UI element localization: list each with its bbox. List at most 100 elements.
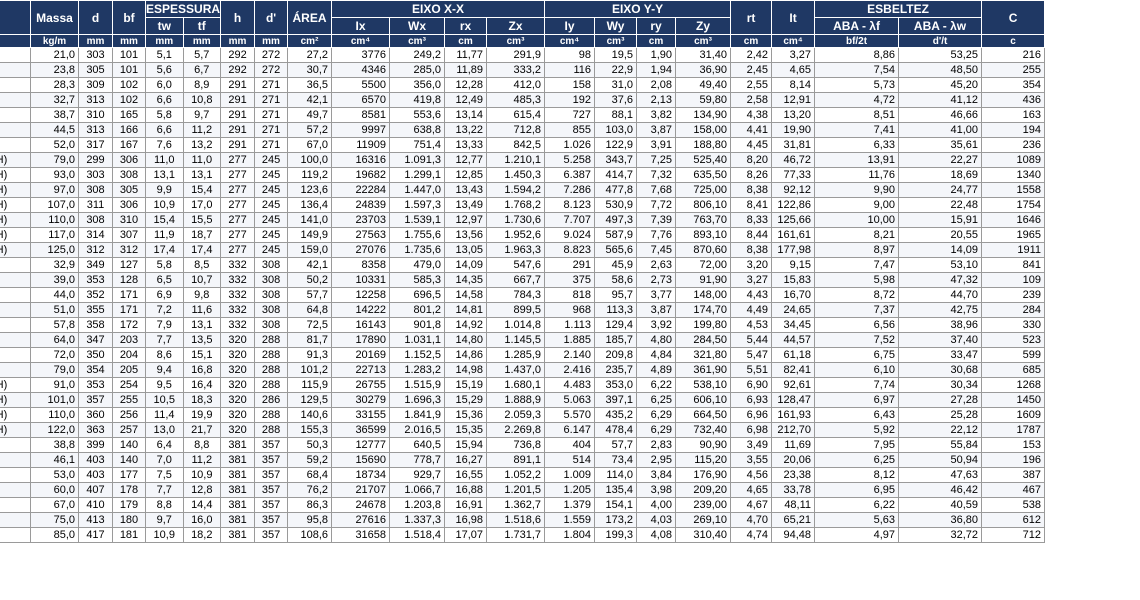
table-cell: 94,48 [771, 527, 816, 543]
table-cell: 1 [0, 452, 31, 468]
table-cell: 2,42 [730, 47, 773, 63]
table-cell: 1.299,1 [389, 167, 446, 183]
table-cell: 61,18 [771, 347, 816, 363]
table-cell: 332 [220, 272, 256, 288]
table-cell: 6,75 [814, 347, 900, 363]
table-cell: 165 [112, 107, 146, 123]
table-cell: 81,7 [287, 332, 333, 348]
table-cell: 891,1 [486, 452, 546, 468]
table-cell: 467 [981, 482, 1046, 498]
table-cell: (H) [0, 182, 31, 198]
col-header-ix: Ix [331, 17, 391, 35]
table-cell: 10331 [331, 272, 391, 288]
group-header-esbeltez: ESBELTEZ [814, 0, 983, 18]
table-cell: 77,33 [771, 167, 816, 183]
table-cell: 6.387 [544, 167, 596, 183]
table-cell: 277 [220, 227, 256, 243]
table-cell: 310 [112, 212, 146, 228]
table-cell: 277 [220, 152, 256, 168]
table-cell: 538,10 [675, 377, 732, 393]
unit-d-prime: mm [254, 34, 289, 48]
table-cell: 1.362,7 [486, 497, 546, 513]
table-cell: 22,9 [594, 62, 638, 78]
table-cell: 115,20 [675, 452, 732, 468]
col-header-it: It [771, 0, 816, 35]
table-cell: 25,28 [898, 407, 983, 423]
table-cell: 203 [112, 332, 146, 348]
table-cell: 1450 [981, 392, 1046, 408]
table-cell: 10,5 [145, 392, 184, 408]
table-cell: 14,98 [444, 362, 488, 378]
table-cell: 21,0 [30, 47, 79, 63]
col-header-d: d [78, 0, 113, 35]
table-cell: 7,39 [636, 212, 677, 228]
table-cell: 352 [78, 287, 113, 303]
unit-aba-lf: bf/2t [814, 34, 900, 48]
table-cell: 1089 [981, 152, 1046, 168]
table-cell: 60,0 [30, 482, 79, 498]
table-cell: 12,49 [444, 92, 488, 108]
table-cell: 7,37 [814, 302, 900, 318]
table-cell: 6,33 [814, 137, 900, 153]
table-cell: 330 [981, 317, 1046, 333]
table-cell: 17,4 [145, 242, 184, 258]
table-cell: 358 [78, 317, 113, 333]
table-cell: 1.963,3 [486, 242, 546, 258]
table-cell: 24,77 [898, 182, 983, 198]
table-cell: 271 [254, 77, 289, 93]
table-cell: 1.735,6 [389, 242, 446, 258]
table-cell: 2.140 [544, 347, 596, 363]
table-cell: 277 [220, 167, 256, 183]
col-header-bf: bf [112, 0, 146, 35]
header-column-row: tw tf Ix Wx rx Zx Iy Wy ry Zy ABA - λf A… [0, 17, 1045, 35]
table-cell: 73,4 [594, 452, 638, 468]
unit-c: c [981, 34, 1046, 48]
table-cell: 32,7 [30, 92, 79, 108]
table-cell: 9,15 [771, 257, 816, 273]
table-cell: 4.483 [544, 377, 596, 393]
table-cell: 0 [0, 512, 31, 528]
table-cell: 1.594,2 [486, 182, 546, 198]
table-cell: 11,2 [182, 452, 222, 468]
table-cell: 1.518,4 [389, 527, 446, 543]
table-cell: 7,76 [636, 227, 677, 243]
table-cell: 93,0 [30, 167, 79, 183]
table-cell: 7,9 [145, 317, 184, 333]
table-cell: 6,95 [814, 482, 900, 498]
table-cell: 245 [254, 182, 289, 198]
col-header-iy: Iy [544, 17, 596, 35]
table-cell: 6,22 [814, 497, 900, 513]
table-cell: 16,4 [182, 377, 222, 393]
table-row: 328,33091026,08,929127136,55500356,012,2… [0, 77, 1046, 93]
table-cell: 1.066,7 [389, 482, 446, 498]
table-cell: 412,0 [486, 77, 546, 93]
table-cell: 11,0 [182, 152, 222, 168]
table-cell: 86,3 [287, 497, 333, 513]
table-row: 051,03551717,211,633230864,814222801,214… [0, 302, 1046, 318]
table-cell: 245 [254, 167, 289, 183]
table-cell: 354 [981, 77, 1046, 93]
table-cell: 46,66 [898, 107, 983, 123]
table-cell: 413 [78, 512, 113, 528]
table-cell: 7,47 [814, 257, 900, 273]
unit-massa: kg/m [30, 34, 79, 48]
table-cell: 929,7 [389, 467, 446, 483]
table-cell: 20,55 [898, 227, 983, 243]
table-row: 075,04131809,716,038135795,8276161.337,3… [0, 512, 1046, 528]
table-cell: 357 [254, 497, 289, 513]
table-cell: 8,8 [145, 497, 184, 513]
table-cell: 272 [254, 47, 289, 63]
table-cell: 399 [78, 437, 113, 453]
table-cell: 15,5 [182, 212, 222, 228]
table-cell: 11,0 [145, 152, 184, 168]
col-header-area: ÁREA [287, 0, 333, 35]
table-cell: 357 [254, 512, 289, 528]
table-cell: 292 [220, 62, 256, 78]
table-cell: 360 [78, 407, 113, 423]
table-cell: 320 [220, 347, 256, 363]
table-cell: 4,45 [730, 137, 773, 153]
col-header-aba-lf: ABA - λf [814, 17, 900, 35]
table-cell: 129,4 [594, 317, 638, 333]
table-cell: 479,0 [389, 257, 446, 273]
table-cell: 42,1 [287, 92, 333, 108]
